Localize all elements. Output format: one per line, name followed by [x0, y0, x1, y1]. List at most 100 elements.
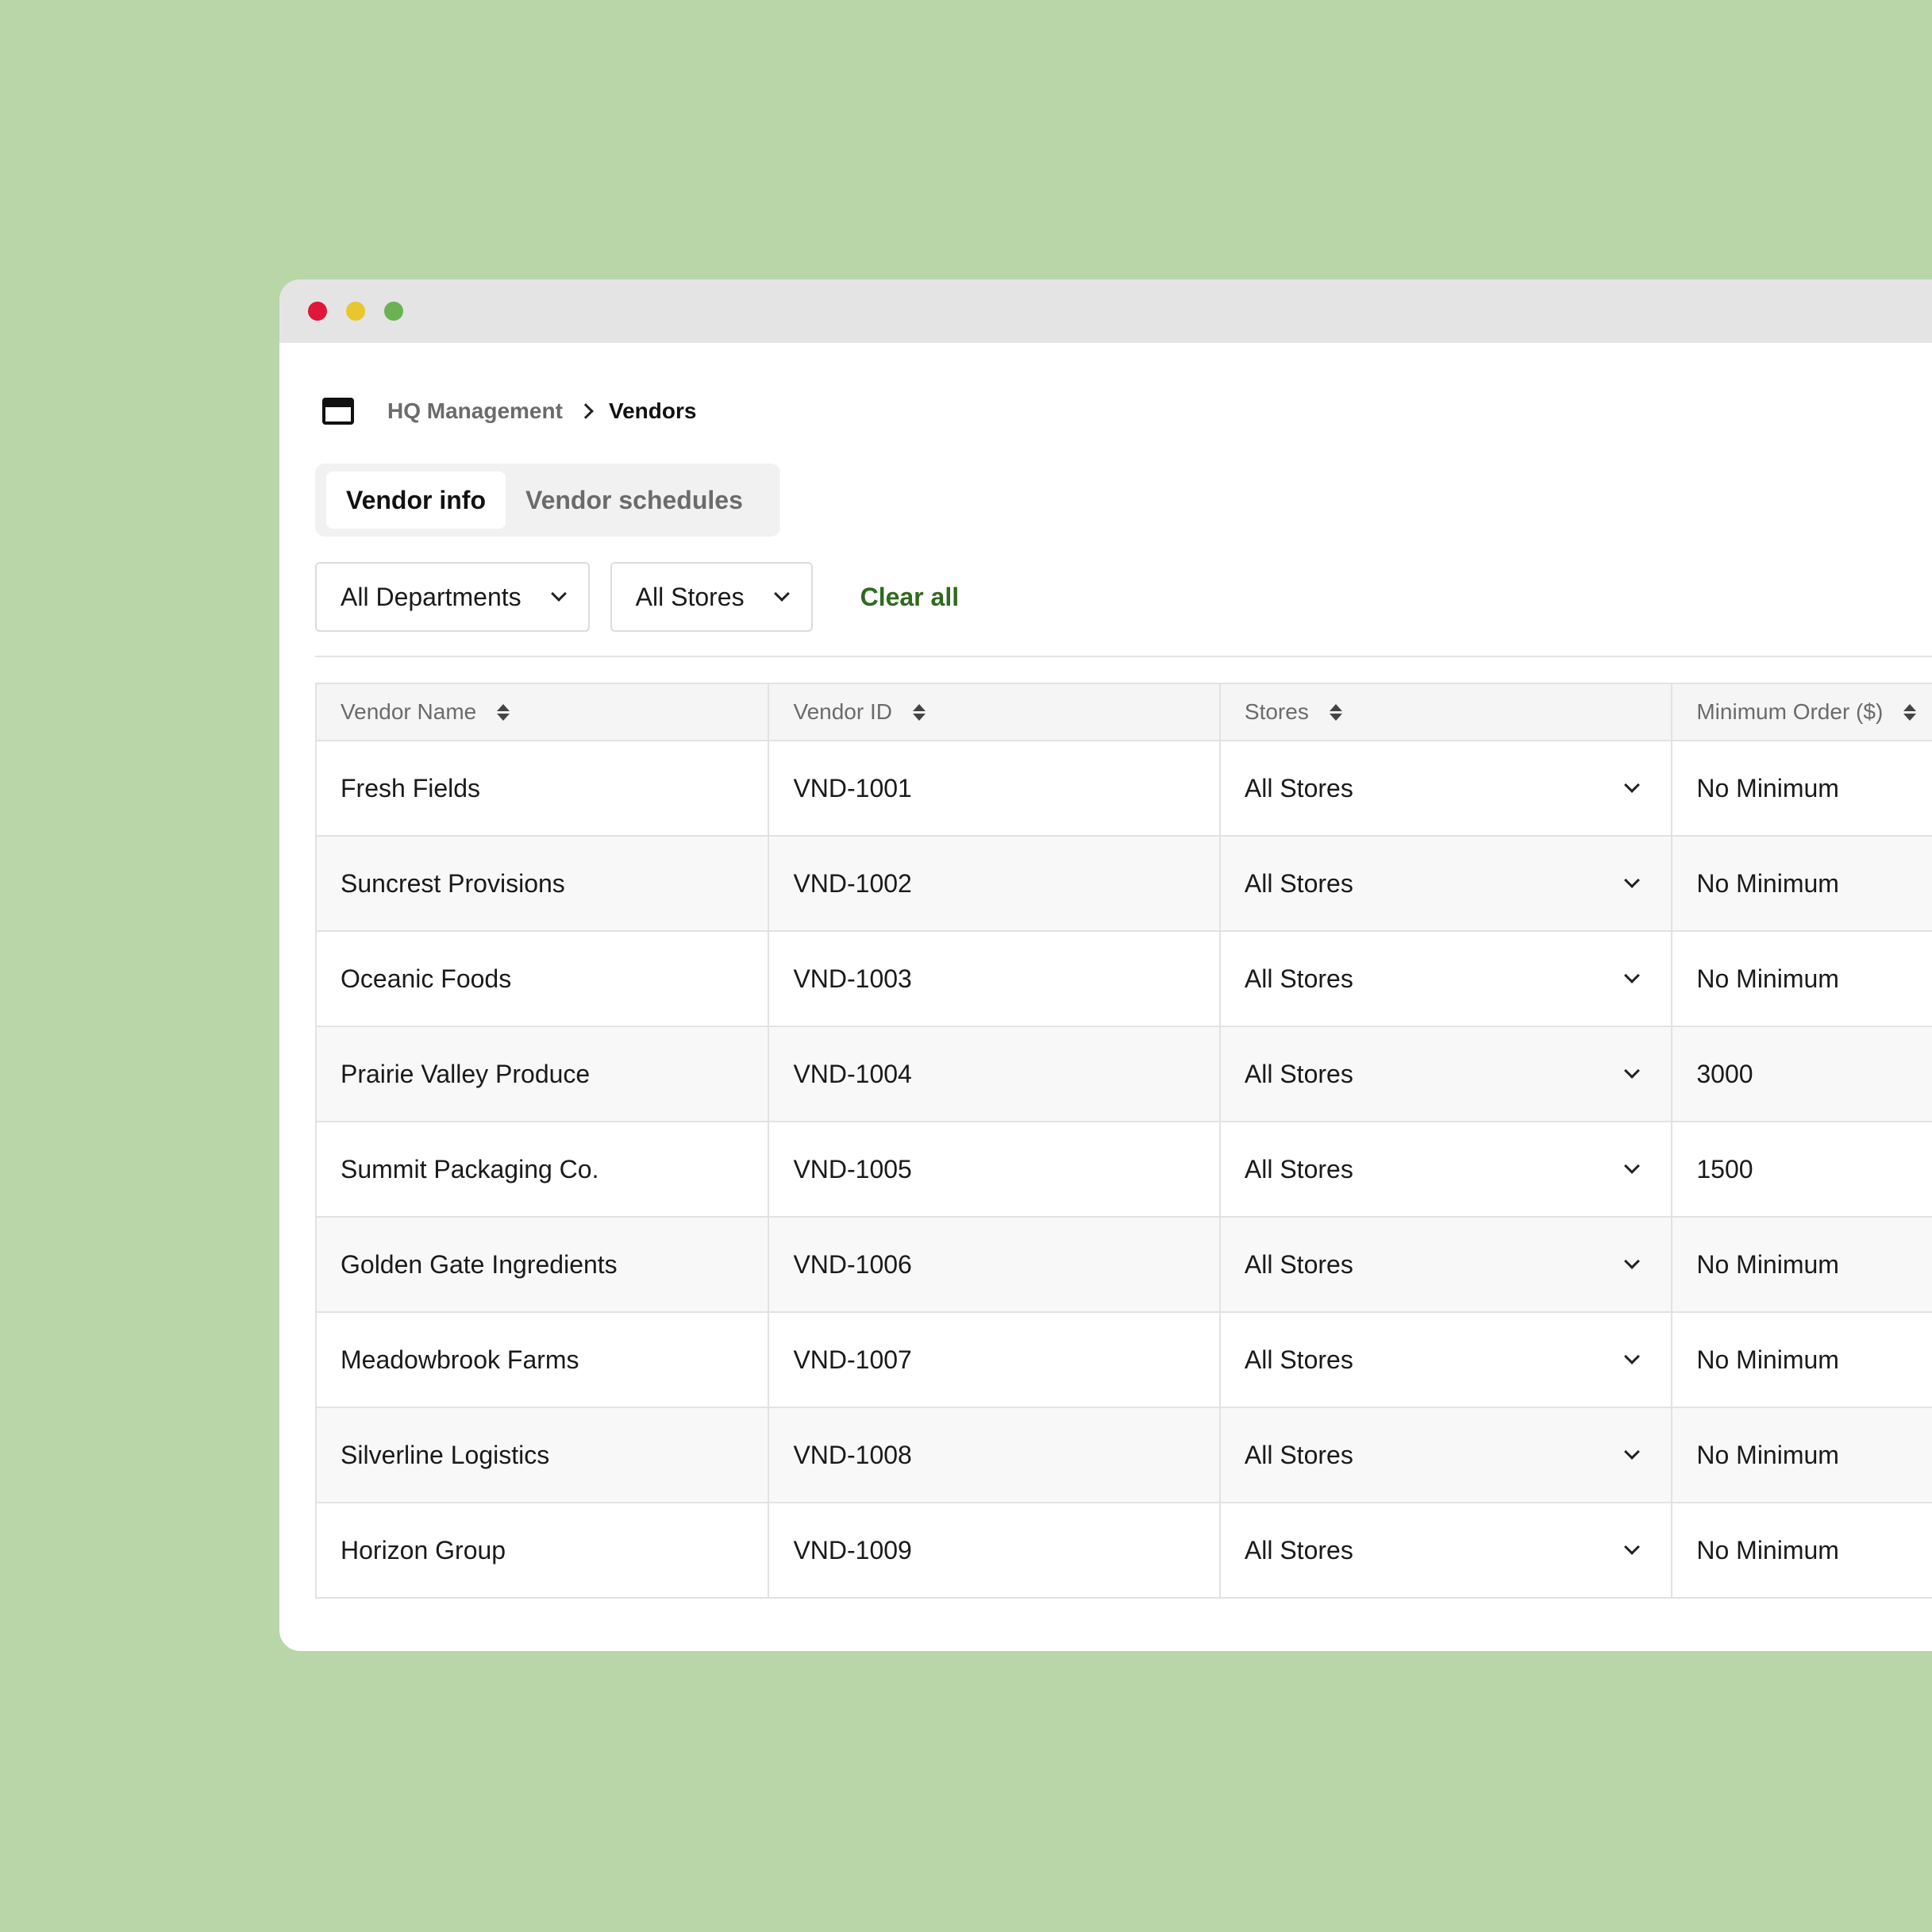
minimize-window-button[interactable] [346, 302, 365, 321]
clear-all-filters-button[interactable]: Clear all [860, 583, 960, 612]
breadcrumb-parent-link[interactable]: HQ Management [387, 398, 563, 424]
store-filter-select[interactable]: All Stores [610, 562, 813, 632]
store-filter-value: All Stores [635, 582, 745, 611]
chevron-down-icon [1624, 777, 1641, 793]
column-header-minimum-order[interactable]: Minimum Order ($) [1671, 684, 1932, 740]
vendor-id-cell: VND-1007 [768, 1313, 1218, 1407]
minimum-order-cell: 1500 [1671, 1122, 1932, 1216]
sort-icon[interactable] [497, 703, 510, 721]
vendor-name-cell: Meadowbrook Farms [341, 1345, 579, 1374]
vendor-name-cell: Prairie Valley Produce [341, 1059, 591, 1088]
vendor-id-cell: VND-1002 [768, 837, 1218, 930]
table-row[interactable]: Horizon Group VND-1009 All Stores No Min… [317, 1503, 1932, 1599]
table-header: Vendor Name Vendor ID Stores Minimum Ord… [317, 683, 1932, 741]
column-header-vendor-id[interactable]: Vendor ID [768, 684, 1218, 740]
stores-value: All Stores [1244, 964, 1353, 993]
table-row[interactable]: Oceanic Foods VND-1003 All Stores No Min… [317, 932, 1932, 1027]
column-header-label: Stores [1244, 699, 1309, 724]
stores-value: All Stores [1244, 868, 1353, 898]
vendor-id-cell: VND-1005 [768, 1122, 1218, 1216]
stores-select[interactable]: All Stores [1218, 741, 1671, 835]
table-row[interactable]: Suncrest Provisions VND-1002 All Stores … [317, 837, 1932, 932]
vendor-name-cell: Fresh Fields [341, 773, 481, 802]
minimum-order-cell: No Minimum [1671, 1408, 1932, 1502]
vendor-id-cell: VND-1008 [768, 1408, 1218, 1502]
breadcrumb: HQ Management Vendors [322, 395, 696, 427]
stores-select[interactable]: All Stores [1218, 837, 1671, 930]
table-row[interactable]: Meadowbrook Farms VND-1007 All Stores No… [317, 1313, 1932, 1408]
chevron-down-icon [1624, 1158, 1641, 1174]
vendor-name-cell: Summit Packaging Co. [341, 1154, 599, 1183]
table-row[interactable]: Golden Gate Ingredients VND-1006 All Sto… [317, 1218, 1932, 1313]
vendor-id-cell: VND-1003 [768, 932, 1218, 1026]
stores-value: All Stores [1244, 773, 1353, 802]
chevron-down-icon [1624, 1539, 1641, 1555]
stores-select[interactable]: All Stores [1218, 1408, 1671, 1502]
table-row[interactable]: Prairie Valley Produce VND-1004 All Stor… [317, 1027, 1932, 1122]
table-row[interactable]: Summit Packaging Co. VND-1005 All Stores… [317, 1122, 1932, 1218]
stores-select[interactable]: All Stores [1218, 1027, 1671, 1121]
column-header-label: Minimum Order ($) [1696, 699, 1884, 724]
department-filter-select[interactable]: All Departments [315, 562, 590, 632]
window-titlebar [279, 279, 1932, 343]
minimum-order-cell: No Minimum [1671, 741, 1932, 835]
department-filter-value: All Departments [341, 582, 521, 611]
close-window-button[interactable] [308, 302, 327, 321]
column-header-vendor-name[interactable]: Vendor Name [317, 684, 768, 740]
sort-icon[interactable] [1329, 703, 1342, 721]
chevron-down-icon [1624, 1349, 1641, 1364]
minimum-order-cell: 3000 [1671, 1027, 1932, 1121]
vendor-name-cell: Oceanic Foods [341, 964, 512, 993]
chevron-down-icon [550, 586, 567, 602]
stores-value: All Stores [1244, 1440, 1353, 1469]
stores-select[interactable]: All Stores [1218, 1218, 1671, 1311]
chevron-down-icon [773, 586, 790, 602]
tab-vendor-info[interactable]: Vendor info [326, 471, 506, 529]
table-body: Fresh Fields VND-1001 All Stores No Mini… [317, 741, 1932, 1599]
stores-select[interactable]: All Stores [1218, 1122, 1671, 1216]
stores-select[interactable]: All Stores [1218, 932, 1671, 1026]
chevron-right-icon [578, 403, 594, 419]
table-row[interactable]: Silverline Logistics VND-1008 All Stores… [317, 1408, 1932, 1503]
column-header-label: Vendor Name [341, 699, 477, 724]
table-row[interactable]: Fresh Fields VND-1001 All Stores No Mini… [317, 741, 1932, 837]
stores-value: All Stores [1244, 1059, 1353, 1088]
filter-bar: All Departments All Stores Clear all [315, 562, 959, 632]
chevron-down-icon [1624, 1253, 1641, 1269]
chevron-down-icon [1624, 1444, 1641, 1460]
browser-window-icon [322, 398, 354, 425]
stores-select[interactable]: All Stores [1218, 1503, 1671, 1597]
sort-icon[interactable] [912, 703, 926, 721]
tab-bar: Vendor info Vendor schedules [315, 464, 780, 537]
stores-value: All Stores [1244, 1535, 1353, 1564]
chevron-down-icon [1624, 1063, 1641, 1079]
minimum-order-cell: No Minimum [1671, 1313, 1932, 1407]
chevron-down-icon [1624, 968, 1641, 983]
minimum-order-cell: No Minimum [1671, 1503, 1932, 1597]
vendor-name-cell: Suncrest Provisions [341, 868, 565, 898]
stores-value: All Stores [1244, 1345, 1353, 1374]
vendor-id-cell: VND-1009 [768, 1503, 1218, 1597]
column-header-stores[interactable]: Stores [1218, 684, 1671, 740]
column-header-label: Vendor ID [793, 699, 892, 724]
vendors-table: Vendor Name Vendor ID Stores Minimum Ord… [315, 683, 1932, 1599]
stores-value: All Stores [1244, 1249, 1353, 1279]
stores-select[interactable]: All Stores [1218, 1313, 1671, 1407]
vendor-id-cell: VND-1006 [768, 1218, 1218, 1311]
minimum-order-cell: No Minimum [1671, 837, 1932, 930]
breadcrumb-current: Vendors [608, 398, 697, 423]
sort-icon[interactable] [1903, 703, 1917, 721]
vendor-name-cell: Silverline Logistics [341, 1440, 550, 1469]
minimum-order-cell: No Minimum [1671, 1218, 1932, 1311]
tab-vendor-schedules[interactable]: Vendor schedules [506, 471, 763, 529]
divider [315, 656, 1932, 657]
vendor-name-cell: Horizon Group [341, 1535, 506, 1564]
stores-value: All Stores [1244, 1154, 1353, 1183]
vendor-id-cell: VND-1004 [768, 1027, 1218, 1121]
maximize-window-button[interactable] [384, 302, 403, 321]
vendor-id-cell: VND-1001 [768, 741, 1218, 835]
minimum-order-cell: No Minimum [1671, 932, 1932, 1026]
vendor-name-cell: Golden Gate Ingredients [341, 1249, 618, 1279]
app-window: HQ Management Vendors Vendor info Vendor… [279, 279, 1932, 1651]
chevron-down-icon [1624, 872, 1641, 888]
